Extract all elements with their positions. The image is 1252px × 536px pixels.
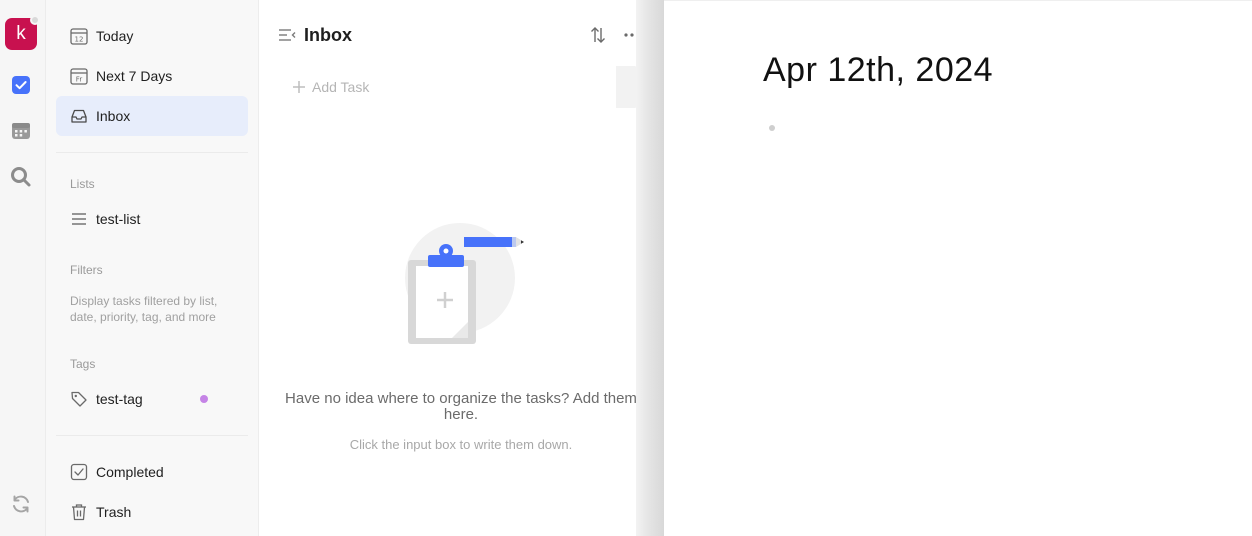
avatar-letter: k [16, 23, 26, 44]
sidebar: 12 Today Fr Next 7 Days Inbox Lists test… [46, 0, 259, 536]
filters-section-title: Filters [70, 263, 103, 277]
calendar-icon[interactable] [9, 119, 33, 143]
empty-state-subtitle: Click the input box to write them down. [349, 437, 573, 452]
sidebar-item-label: test-list [96, 211, 141, 227]
sidebar-item-test-list[interactable]: test-list [56, 199, 248, 239]
inbox-icon [70, 107, 88, 125]
panel-splitter[interactable] [636, 0, 664, 536]
sidebar-divider [56, 435, 248, 436]
sidebar-item-label: Today [96, 28, 134, 44]
sidebar-item-inbox[interactable]: Inbox [56, 96, 248, 136]
search-icon[interactable] [9, 165, 33, 189]
sidebar-item-label: Next 7 Days [96, 68, 173, 84]
sync-icon[interactable] [9, 492, 33, 516]
list-icon [70, 210, 88, 228]
task-detail-panel: Apr 12th, 2024 [664, 0, 1252, 536]
plus-icon [292, 80, 306, 94]
sidebar-item-today[interactable]: 12 Today [56, 16, 248, 56]
svg-text:Fr: Fr [76, 76, 83, 84]
detail-bullet[interactable] [769, 125, 775, 131]
add-task-input[interactable]: Add Task [280, 66, 615, 108]
sidebar-item-next-7-days[interactable]: Fr Next 7 Days [56, 56, 248, 96]
sidebar-item-completed[interactable]: Completed [56, 452, 248, 492]
empty-state-title: Have no idea where to organize the tasks… [285, 390, 637, 423]
sidebar-item-test-tag[interactable]: test-tag [56, 379, 248, 419]
lists-section-title: Lists [70, 177, 95, 191]
empty-state-illustration [400, 222, 536, 348]
calendar-week-icon: Fr [70, 67, 88, 85]
tasks-icon[interactable] [9, 73, 33, 97]
svg-text:12: 12 [75, 36, 84, 44]
calendar-day-icon: 12 [70, 27, 88, 45]
page-title: Inbox [304, 24, 352, 45]
sidebar-item-label: Trash [96, 504, 132, 520]
add-task-placeholder: Add Task [312, 79, 370, 95]
collapse-sidebar-icon[interactable] [278, 26, 296, 44]
filters-description: Display tasks filtered by list, date, pr… [70, 294, 218, 324]
tag-icon [70, 390, 88, 408]
sidebar-item-label: Inbox [96, 108, 131, 124]
check-square-icon [70, 463, 88, 481]
app-rail: k [0, 0, 46, 536]
tags-section-title: Tags [70, 357, 96, 371]
sidebar-divider [56, 152, 248, 153]
sort-icon[interactable] [588, 25, 608, 45]
sidebar-item-label: Completed [96, 464, 164, 480]
task-list-header: Inbox [278, 22, 352, 48]
sidebar-item-label: test-tag [96, 391, 143, 407]
trash-icon [70, 503, 88, 521]
task-list-panel: Inbox Add Task Have no idea where to org… [260, 0, 640, 536]
detail-date-title: Apr 12th, 2024 [763, 51, 994, 89]
avatar-badge [30, 15, 40, 25]
tag-color-dot [200, 395, 208, 403]
sidebar-item-trash[interactable]: Trash [56, 492, 248, 532]
